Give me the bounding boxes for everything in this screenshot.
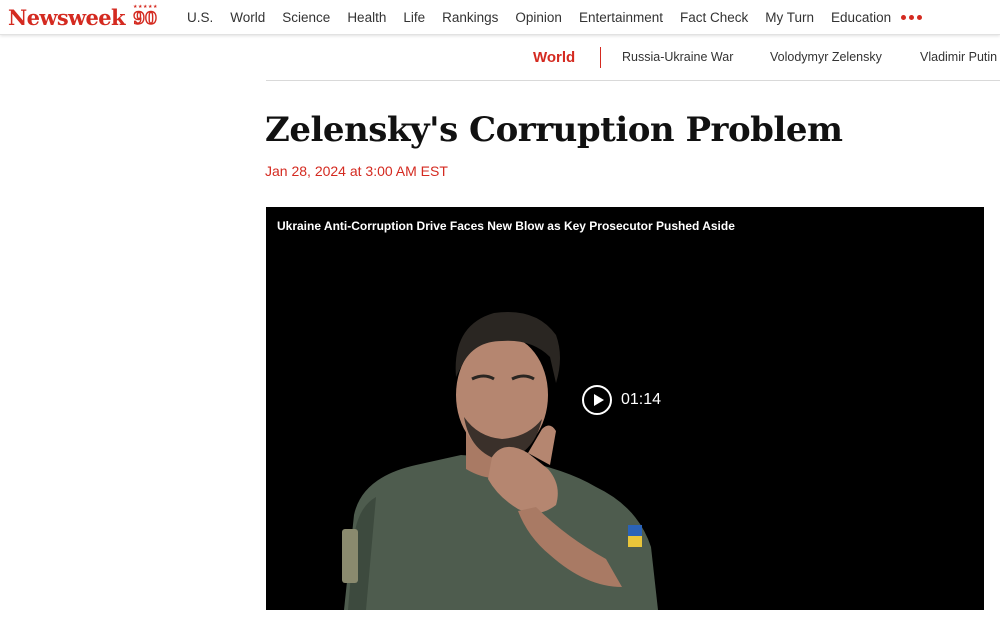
article-headline: Zelensky's Corruption Problem [265, 110, 843, 150]
subnav-section-world[interactable]: World [533, 49, 575, 66]
nav-item-science[interactable]: Science [282, 10, 330, 25]
nav-item-entertainment[interactable]: Entertainment [579, 10, 663, 25]
main-nav: U.S. World Science Health Life Rankings … [187, 0, 923, 35]
badge-number: 90 [132, 8, 157, 29]
newsweek-logo[interactable]: Newsweek ★★★★★ 90 [8, 2, 158, 32]
ellipsis-dot [901, 15, 907, 20]
top-navbar: Newsweek ★★★★★ 90 U.S. World Science Hea… [0, 0, 1000, 35]
nav-item-us[interactable]: U.S. [187, 10, 213, 25]
play-button[interactable]: 01:14 [582, 385, 661, 415]
anniversary-badge: ★★★★★ 90 [132, 4, 157, 30]
subnav-link-volodymyr-zelensky[interactable]: Volodymyr Zelensky [770, 50, 882, 64]
subnav-link-vladimir-putin[interactable]: Vladimir Putin [920, 50, 997, 64]
nav-item-world[interactable]: World [230, 10, 265, 25]
video-duration: 01:14 [621, 391, 662, 408]
ellipsis-icon[interactable] [901, 15, 923, 20]
nav-item-my-turn[interactable]: My Turn [765, 10, 814, 25]
nav-item-health[interactable]: Health [347, 10, 386, 25]
subnav-divider [600, 47, 601, 68]
nav-item-life[interactable]: Life [403, 10, 425, 25]
nav-item-education[interactable]: Education [831, 10, 891, 25]
video-player[interactable]: Ukraine Anti-Corruption Drive Faces New … [266, 207, 984, 610]
subnav-link-russia-ukraine-war[interactable]: Russia-Ukraine War [622, 50, 733, 64]
thumbnail-patch-left [342, 529, 358, 583]
logo-wordmark: Newsweek [8, 4, 126, 30]
ellipsis-dot [917, 15, 923, 20]
section-subnav: World Russia-Ukraine War Volodymyr Zelen… [266, 35, 1000, 81]
video-title: Ukraine Anti-Corruption Drive Faces New … [277, 219, 735, 233]
ellipsis-dot [909, 15, 915, 20]
article-date: Jan 28, 2024 at 3:00 AM EST [265, 163, 448, 179]
play-icon [582, 385, 612, 415]
nav-item-rankings[interactable]: Rankings [442, 10, 498, 25]
nav-item-opinion[interactable]: Opinion [515, 10, 562, 25]
nav-item-fact-check[interactable]: Fact Check [680, 10, 748, 25]
